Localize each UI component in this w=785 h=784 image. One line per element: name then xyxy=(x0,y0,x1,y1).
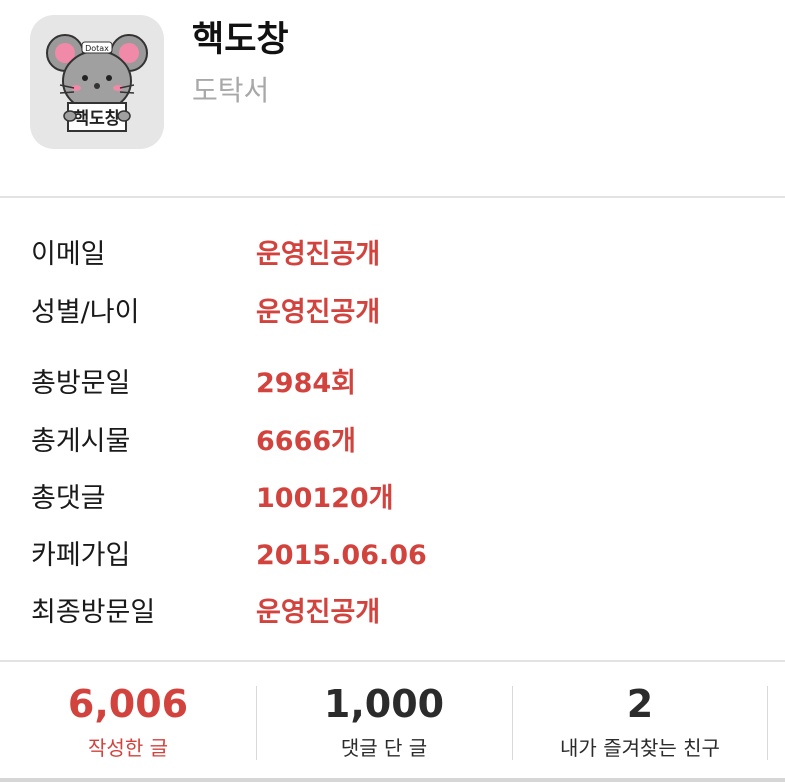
info-row-gender-age: 성별/나이 운영진공개 xyxy=(0,293,785,333)
info-label: 최종방문일 xyxy=(31,597,156,628)
stat-separator xyxy=(767,686,768,760)
stat-commented-posts[interactable]: 1,000 댓글 단 글 xyxy=(256,662,512,780)
info-value: 100120개 xyxy=(256,483,394,514)
stat-written-posts[interactable]: 6,006 작성한 글 xyxy=(0,662,256,780)
stat-favorite-friends[interactable]: 2 내가 즐겨찾는 친구 xyxy=(512,662,768,780)
info-row-join-date: 카페가입 2015.06.06 xyxy=(0,536,785,576)
mouse-avatar-icon: Dotax 핵도창 xyxy=(46,34,148,132)
profile-subname: 도탁서 xyxy=(192,74,270,107)
info-row-last-visit: 최종방문일 운영진공개 xyxy=(0,593,785,633)
stat-caption: 작성한 글 xyxy=(88,736,168,760)
info-row-visit-days: 총방문일 2984회 xyxy=(0,364,785,404)
info-value: 2015.06.06 xyxy=(256,540,427,571)
divider xyxy=(0,196,785,198)
stat-number: 1,000 xyxy=(323,682,445,726)
activity-stats: 6,006 작성한 글 1,000 댓글 단 글 2 내가 즐겨찾는 친구 xyxy=(0,662,785,780)
info-value: 6666개 xyxy=(256,426,356,457)
info-label: 총게시물 xyxy=(31,426,131,457)
stat-number: 6,006 xyxy=(67,682,189,726)
stat-caption: 내가 즐겨찾는 친구 xyxy=(560,736,720,760)
info-row-total-posts: 총게시물 6666개 xyxy=(0,422,785,462)
info-value: 2984회 xyxy=(256,368,356,399)
info-value: 운영진공개 xyxy=(256,239,381,270)
info-label: 성별/나이 xyxy=(31,297,140,328)
avatar-badge-text: Dotax xyxy=(85,44,109,53)
info-row-email: 이메일 운영진공개 xyxy=(0,235,785,275)
info-value: 운영진공개 xyxy=(256,597,381,628)
info-row-total-comments: 총댓글 100120개 xyxy=(0,479,785,519)
info-label: 총댓글 xyxy=(31,483,106,514)
stat-number: 2 xyxy=(626,682,654,726)
info-value: 운영진공개 xyxy=(256,297,381,328)
info-label: 총방문일 xyxy=(31,368,131,399)
avatar[interactable]: Dotax 핵도창 xyxy=(30,15,164,149)
stat-caption: 댓글 단 글 xyxy=(340,736,428,760)
avatar-sign-text: 핵도창 xyxy=(74,109,121,129)
info-label: 카페가입 xyxy=(31,540,131,571)
info-label: 이메일 xyxy=(31,239,106,270)
bottom-divider xyxy=(0,778,785,782)
profile-nickname: 핵도창 xyxy=(192,20,289,60)
profile-header: Dotax 핵도창 핵도창 도탁서 xyxy=(0,0,785,196)
